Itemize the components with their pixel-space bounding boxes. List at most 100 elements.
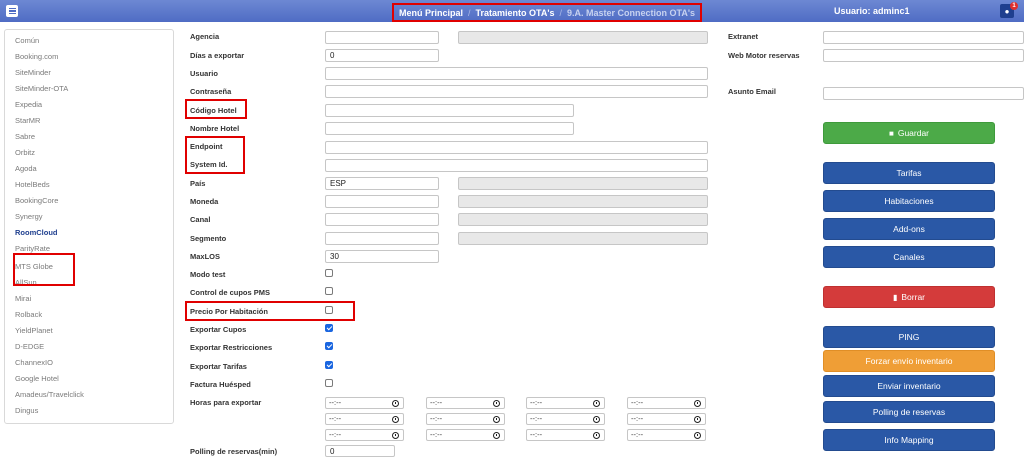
factura-huesped-checkbox[interactable] bbox=[325, 379, 333, 387]
forzar-envio-button[interactable]: Forzar envío inventario bbox=[823, 350, 995, 372]
hora-input[interactable]: --:-- bbox=[426, 429, 505, 441]
hora-input[interactable]: --:-- bbox=[426, 413, 505, 425]
sidebar-item-amadeus[interactable]: Amadeus/Travelclick bbox=[15, 390, 84, 399]
hora-input[interactable]: --:-- bbox=[627, 413, 706, 425]
hamburger-menu-icon[interactable] bbox=[6, 5, 18, 17]
canal-input[interactable] bbox=[325, 213, 439, 226]
factura-huesped-label: Factura Huésped bbox=[190, 380, 251, 389]
sidebar-item-mirai[interactable]: Mirai bbox=[15, 294, 31, 303]
sidebar-item-agoda[interactable]: Agoda bbox=[15, 164, 37, 173]
sidebar-item-rolback[interactable]: Rolback bbox=[15, 310, 42, 319]
sidebar-item-google-hotel[interactable]: Google Hotel bbox=[15, 374, 59, 383]
sidebar-item-hotelbeds[interactable]: HotelBeds bbox=[15, 180, 50, 189]
sidebar-item-siteminder[interactable]: SiteMinder bbox=[15, 68, 51, 77]
sidebar-item-starmr[interactable]: StarMR bbox=[15, 116, 40, 125]
canales-button[interactable]: Canales bbox=[823, 246, 995, 268]
usuario-input[interactable] bbox=[325, 67, 708, 80]
sidebar-item-siteminder-ota[interactable]: SiteMinder-OTA bbox=[15, 84, 68, 93]
sidebar-item-bookingcore[interactable]: BookingCore bbox=[15, 196, 58, 205]
hora-input[interactable]: --:-- bbox=[526, 413, 605, 425]
sidebar-item-d-edge[interactable]: D-EDGE bbox=[15, 342, 44, 351]
moneda-input[interactable] bbox=[325, 195, 439, 208]
asunto-email-input[interactable] bbox=[823, 87, 1024, 100]
top-navbar: Menú Principal / Tratamiento OTA's / 9.A… bbox=[0, 0, 1024, 22]
endpoint-input[interactable] bbox=[325, 141, 708, 154]
clock-icon bbox=[392, 432, 399, 439]
pais-input[interactable]: ESP bbox=[325, 177, 439, 190]
hora-placeholder: --:-- bbox=[430, 430, 443, 439]
user-label: Usuario: adminc1 bbox=[834, 6, 910, 16]
contrasena-label: Contraseña bbox=[190, 87, 232, 96]
system-id-input[interactable] bbox=[325, 159, 708, 172]
sidebar-item-channexio[interactable]: ChannexIO bbox=[15, 358, 53, 367]
hora-input[interactable]: --:-- bbox=[325, 429, 404, 441]
breadcrumb-ota[interactable]: Tratamiento OTA's bbox=[476, 8, 555, 18]
exportar-restricciones-checkbox[interactable] bbox=[325, 342, 333, 350]
hora-input[interactable]: --:-- bbox=[426, 397, 505, 409]
clock-icon bbox=[593, 432, 600, 439]
sidebar-item-expedia[interactable]: Expedia bbox=[15, 100, 42, 109]
hora-input[interactable]: --:-- bbox=[325, 397, 404, 409]
dias-input[interactable]: 0 bbox=[325, 49, 439, 62]
polling-input[interactable]: 0 bbox=[325, 445, 395, 457]
ping-button[interactable]: PING bbox=[823, 326, 995, 348]
clock-icon bbox=[694, 400, 701, 407]
hora-input[interactable]: --:-- bbox=[627, 429, 706, 441]
exportar-cupos-label: Exportar Cupos bbox=[190, 325, 247, 334]
moneda-label: Moneda bbox=[190, 197, 219, 206]
breadcrumb: Menú Principal / Tratamiento OTA's / 9.A… bbox=[392, 3, 702, 22]
hora-placeholder: --:-- bbox=[631, 398, 644, 407]
sidebar-item-synergy[interactable]: Synergy bbox=[15, 212, 43, 221]
exportar-cupos-checkbox[interactable] bbox=[325, 324, 333, 332]
agencia-input[interactable] bbox=[325, 31, 439, 44]
hora-placeholder: --:-- bbox=[530, 430, 543, 439]
exportar-tarifas-checkbox[interactable] bbox=[325, 361, 333, 369]
nombre-hotel-input[interactable] bbox=[325, 122, 574, 135]
sidebar-item-roomcloud[interactable]: RoomCloud bbox=[15, 228, 58, 237]
canal-label: Canal bbox=[190, 215, 211, 224]
hora-input[interactable]: --:-- bbox=[627, 397, 706, 409]
contrasena-input[interactable] bbox=[325, 85, 708, 98]
precio-habitacion-checkbox[interactable] bbox=[325, 306, 333, 314]
clock-icon bbox=[392, 416, 399, 423]
addons-button[interactable]: Add-ons bbox=[823, 218, 995, 240]
web-motor-input[interactable] bbox=[823, 49, 1024, 62]
enviar-inventario-button[interactable]: Enviar inventario bbox=[823, 375, 995, 397]
clock-icon bbox=[593, 400, 600, 407]
sidebar-item-parityrate[interactable]: ParityRate bbox=[15, 244, 50, 253]
hora-placeholder: --:-- bbox=[631, 414, 644, 423]
guardar-button[interactable]: ■ Guardar bbox=[823, 122, 995, 144]
sidebar-item-dingus[interactable]: Dingus bbox=[15, 406, 38, 415]
habitaciones-button[interactable]: Habitaciones bbox=[823, 190, 995, 212]
polling-reservas-button[interactable]: Polling de reservas bbox=[823, 401, 995, 423]
sidebar-item-comun[interactable]: Común bbox=[15, 36, 39, 45]
segmento-description-field bbox=[458, 232, 708, 245]
sidebar-item-booking[interactable]: Booking.com bbox=[15, 52, 58, 61]
tarifas-button[interactable]: Tarifas bbox=[823, 162, 995, 184]
hora-input[interactable]: --:-- bbox=[325, 413, 404, 425]
codigo-hotel-input[interactable] bbox=[325, 104, 574, 117]
extranet-input[interactable] bbox=[823, 31, 1024, 44]
asunto-email-label: Asunto Email bbox=[728, 87, 776, 96]
segmento-input[interactable] bbox=[325, 232, 439, 245]
hora-placeholder: --:-- bbox=[329, 430, 342, 439]
hora-input[interactable]: --:-- bbox=[526, 397, 605, 409]
hora-placeholder: --:-- bbox=[430, 414, 443, 423]
breadcrumb-separator: / bbox=[559, 7, 563, 18]
sidebar-item-orbitz[interactable]: Orbitz bbox=[15, 148, 35, 157]
maxlos-input[interactable]: 30 bbox=[325, 250, 439, 263]
breadcrumb-home[interactable]: Menú Principal bbox=[399, 8, 463, 18]
modo-test-checkbox[interactable] bbox=[325, 269, 333, 277]
sidebar-item-sabre[interactable]: Sabre bbox=[15, 132, 35, 141]
control-cupos-checkbox[interactable] bbox=[325, 287, 333, 295]
info-mapping-button[interactable]: Info Mapping bbox=[823, 429, 995, 451]
clock-icon bbox=[392, 400, 399, 407]
highlight-box bbox=[185, 136, 245, 174]
hora-placeholder: --:-- bbox=[329, 398, 342, 407]
agencia-label: Agencia bbox=[190, 32, 220, 41]
agencia-description-field bbox=[458, 31, 708, 44]
hora-input[interactable]: --:-- bbox=[526, 429, 605, 441]
modo-test-label: Modo test bbox=[190, 270, 226, 279]
sidebar-item-yieldplanet[interactable]: YieldPlanet bbox=[15, 326, 53, 335]
borrar-button[interactable]: ▮ Borrar bbox=[823, 286, 995, 308]
